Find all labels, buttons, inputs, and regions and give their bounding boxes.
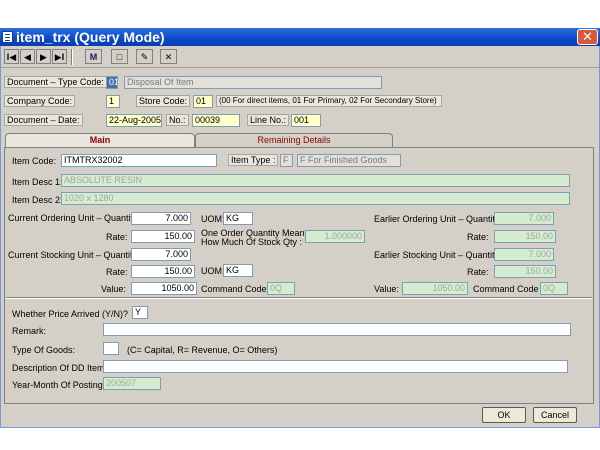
goods-type-note: (C= Capital, R= Revenue, O= Others) bbox=[127, 345, 278, 355]
cur-order-qty-label: Current Ordering Unit – Quantity: bbox=[8, 213, 141, 223]
rate2-label: Rate: bbox=[106, 267, 128, 277]
goods-type-field[interactable] bbox=[103, 342, 119, 355]
earlier-order-qty-field: 7.000 bbox=[494, 212, 554, 225]
doc-date-field[interactable]: 22-Aug-2005 bbox=[106, 114, 162, 127]
tab-remaining-details[interactable]: Remaining Details bbox=[195, 133, 393, 148]
rate2-field[interactable]: 150.00 bbox=[131, 265, 195, 278]
item-code-field[interactable]: ITMTRX32002 bbox=[61, 154, 217, 167]
first-record-button[interactable]: I◀ bbox=[4, 49, 19, 64]
cur-stock-qty-field[interactable]: 7.000 bbox=[131, 248, 191, 261]
window-title: item_trx (Query Mode) bbox=[16, 29, 165, 45]
uom2-field[interactable]: KG bbox=[223, 264, 253, 277]
uom1-field[interactable]: KG bbox=[223, 212, 253, 225]
section-divider bbox=[6, 297, 592, 299]
earlier-command-code-label: Command Code : bbox=[473, 284, 544, 294]
delete-icon[interactable]: ✕ bbox=[160, 49, 177, 64]
company-code-field[interactable]: 1 bbox=[106, 95, 120, 108]
close-button[interactable]: ✕ bbox=[577, 29, 598, 45]
rate1-field[interactable]: 150.00 bbox=[131, 230, 195, 243]
posting-label: Year-Month Of Posting: bbox=[12, 380, 106, 390]
doc-type-code-field[interactable]: 01 bbox=[106, 76, 118, 89]
doc-no-label: No.: bbox=[166, 114, 189, 126]
posting-field: 200507 bbox=[103, 377, 161, 390]
store-code-label: Store Code: bbox=[136, 95, 191, 107]
earlier-stock-qty-label: Earlier Stocking Unit – Quantity: bbox=[374, 250, 502, 260]
earlier-value-label: Value: bbox=[374, 284, 399, 294]
store-code-note: (00 For direct items, 01 For Primary, 02… bbox=[216, 95, 442, 107]
company-code-label: Company Code: bbox=[4, 95, 76, 107]
next-record-button[interactable]: ▶ bbox=[36, 49, 51, 64]
item-desc1-field: ABSOLUTE RESIN bbox=[61, 174, 570, 187]
earlier-order-qty-label: Earlier Ordering Unit – Quantity: bbox=[374, 214, 503, 224]
earlier-rate1-field: 150.00 bbox=[494, 230, 556, 243]
ok-button[interactable]: OK bbox=[482, 407, 526, 423]
tab-main[interactable]: Main bbox=[5, 133, 195, 148]
dd-item-label: Description Of DD Item: bbox=[12, 363, 108, 373]
one-order-qty-field: 1.000000 bbox=[305, 230, 365, 243]
new-document-icon[interactable]: □ bbox=[111, 49, 128, 64]
dd-item-field[interactable] bbox=[103, 360, 568, 373]
item-code-label: Item Code: bbox=[12, 156, 57, 166]
prev-record-button[interactable]: ◀ bbox=[20, 49, 35, 64]
binoculars-find-icon[interactable]: M bbox=[85, 49, 102, 64]
doc-no-field[interactable]: 00039 bbox=[192, 114, 240, 127]
item-desc2-label: Item Desc 2: bbox=[12, 195, 63, 205]
uom2-label: UOM: bbox=[201, 266, 225, 276]
command-code-field: 0Q bbox=[267, 282, 295, 295]
title-bar: item_trx (Query Mode) ✕ bbox=[0, 28, 600, 46]
item-desc1-label: Item Desc 1: bbox=[12, 177, 63, 187]
cur-order-qty-field[interactable]: 7.000 bbox=[131, 212, 191, 225]
item-type-label: Item Type : bbox=[228, 154, 279, 166]
earlier-rate2-label: Rate: bbox=[467, 267, 489, 277]
doc-date-label: Document – Date: bbox=[4, 114, 83, 126]
toolbar: I◀ ◀ ▶ ▶I M □ ✎ ✕ bbox=[1, 46, 599, 68]
value-field[interactable]: 1050.00 bbox=[131, 282, 197, 295]
last-record-button[interactable]: ▶I bbox=[52, 49, 67, 64]
item-desc2-field: 1020 x 1280 bbox=[61, 192, 570, 205]
earlier-stock-qty-field: 7.000 bbox=[494, 248, 554, 261]
cur-stock-qty-label: Current Stocking Unit – Quantity: bbox=[8, 250, 140, 260]
edit-icon[interactable]: ✎ bbox=[136, 49, 153, 64]
uom1-label: UOM: bbox=[201, 214, 225, 224]
doc-type-label: Document – Type Code: bbox=[4, 76, 107, 88]
goods-type-label: Type Of Goods: bbox=[12, 345, 76, 355]
value-label: Value: bbox=[101, 284, 126, 294]
earlier-rate2-field: 150.00 bbox=[494, 265, 556, 278]
form-icon bbox=[2, 31, 13, 43]
price-arrived-label: Whether Price Arrived (Y/N)? bbox=[12, 309, 129, 319]
rate1-label: Rate: bbox=[106, 232, 128, 242]
background bbox=[0, 428, 600, 450]
one-order-label-line2: How Much Of Stock Qty : bbox=[201, 237, 303, 247]
command-code-label: Command Code : bbox=[201, 284, 272, 294]
earlier-command-code-field: 0Q bbox=[540, 282, 568, 295]
item-type-field: F bbox=[280, 154, 293, 167]
store-code-field[interactable]: 01 bbox=[193, 95, 213, 108]
remark-field[interactable] bbox=[103, 323, 571, 336]
price-arrived-field[interactable]: Y bbox=[132, 306, 148, 319]
doc-type-desc-field: Disposal Of Item bbox=[124, 76, 382, 89]
line-no-label: Line No.: bbox=[247, 114, 290, 126]
cancel-button[interactable]: Cancel bbox=[533, 407, 577, 423]
toolbar-separator bbox=[71, 49, 73, 65]
earlier-value-field: 1050.00 bbox=[402, 282, 468, 295]
earlier-rate1-label: Rate: bbox=[467, 232, 489, 242]
item-type-desc: F For Finished Goods bbox=[297, 154, 401, 167]
line-no-field[interactable]: 001 bbox=[291, 114, 321, 127]
remark-label: Remark: bbox=[12, 326, 47, 336]
